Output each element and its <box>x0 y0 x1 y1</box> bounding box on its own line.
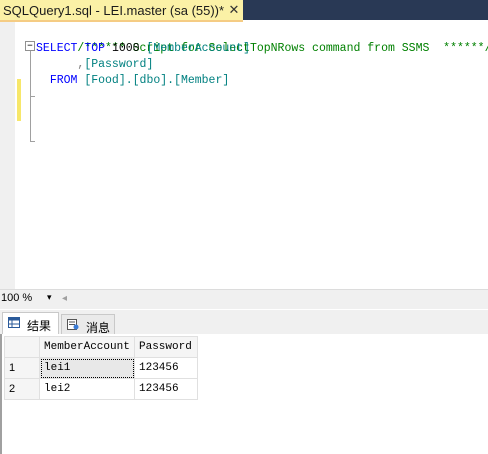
keyword-select: SELECT <box>36 42 78 55</box>
chevron-down-icon[interactable]: ▾ <box>47 292 52 303</box>
table-row: 1 lei1 123456 <box>4 357 198 379</box>
table-cell[interactable]: lei2 <box>39 378 135 400</box>
column-header[interactable]: Password <box>134 336 198 358</box>
row-number[interactable]: 1 <box>4 357 40 379</box>
editor-zoom-bar: 100 % ▾ ◂ <box>0 289 488 309</box>
results-tab-strip: 结果 消息 <box>0 310 488 335</box>
table-cell[interactable]: 123456 <box>134 357 198 379</box>
table-cell[interactable]: lei1 <box>39 357 135 379</box>
column-header[interactable]: MemberAccount <box>39 336 135 358</box>
tab-results[interactable]: 结果 <box>2 312 59 334</box>
close-icon[interactable]: ✕ <box>227 2 241 18</box>
tab-messages[interactable]: 消息 <box>61 314 115 335</box>
code-line-4: FROM [Food].[dbo].[Member] <box>36 73 229 89</box>
row-number[interactable]: 2 <box>4 378 40 400</box>
tab-strip-background <box>243 0 488 20</box>
grid-corner-cell[interactable] <box>4 336 40 358</box>
results-grid[interactable]: MemberAccount Password 1 lei1 123456 2 l… <box>0 334 488 454</box>
sql-editor[interactable]: − /****** Script for SelectTopNRows comm… <box>0 22 488 289</box>
column-identifier: [MemberAccount] <box>146 42 250 55</box>
editor-margin <box>0 22 15 289</box>
table-identifier: [Food].[dbo].[Member] <box>84 74 230 87</box>
table-header-row: MemberAccount Password <box>4 336 198 358</box>
collapse-icon[interactable]: − <box>25 41 35 51</box>
grid-icon <box>8 317 20 328</box>
column-identifier: [Password] <box>84 58 154 71</box>
query-document-tab[interactable]: SQLQuery1.sql - LEI.master (sa (55))* ✕ <box>0 0 243 22</box>
message-document-icon <box>67 319 79 330</box>
tab-results-label: 结果 <box>27 319 52 333</box>
results-table: MemberAccount Password 1 lei1 123456 2 l… <box>4 336 198 400</box>
keyword-top: TOP <box>84 42 106 55</box>
keyword-from: FROM <box>49 74 78 87</box>
document-tab-strip: SQLQuery1.sql - LEI.master (sa (55))* ✕ <box>0 0 488 22</box>
tab-title: SQLQuery1.sql - LEI.master (sa (55))* <box>3 3 225 18</box>
code-line-2: SELECT TOP 1000 [MemberAccount] <box>36 41 250 57</box>
number-literal: 1000 <box>111 42 140 55</box>
table-row: 2 lei2 123456 <box>4 378 198 400</box>
table-cell[interactable]: 123456 <box>134 378 198 400</box>
outline-guide-tick <box>30 96 35 97</box>
code-line-3: ,[Password] <box>36 57 153 73</box>
unsaved-change-marker <box>17 79 21 121</box>
scroll-left-arrow-icon[interactable]: ◂ <box>62 293 67 304</box>
outline-guide-end <box>30 141 35 142</box>
